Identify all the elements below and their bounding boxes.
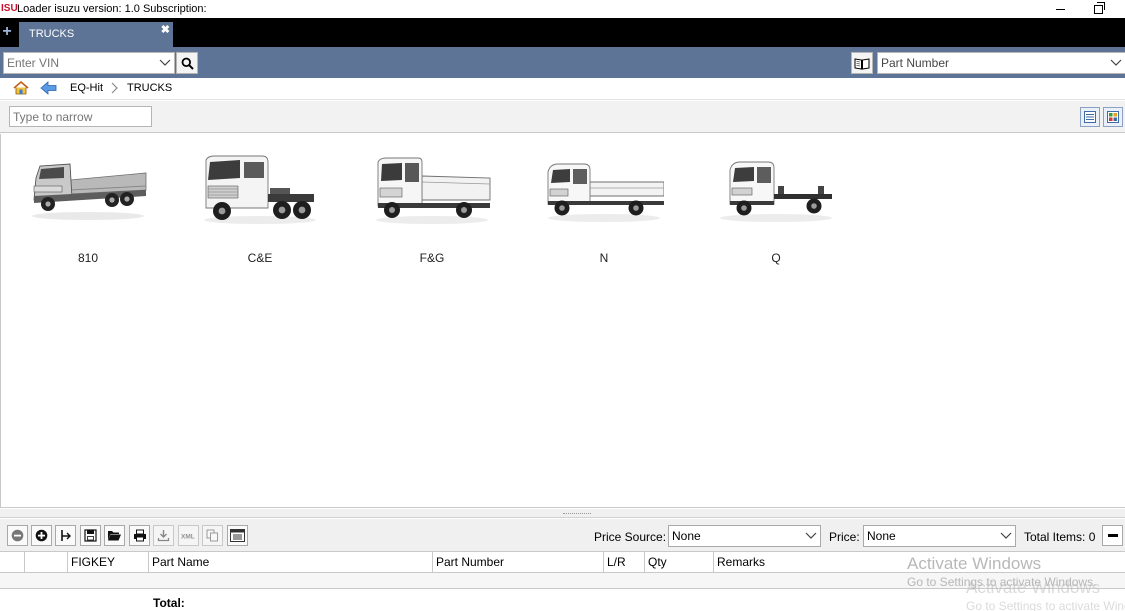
column-header-qty[interactable]: Qty: [645, 552, 714, 573]
chevron-right-icon: [109, 81, 119, 98]
vin-combobox[interactable]: [3, 52, 175, 74]
move-down-button[interactable]: [55, 525, 76, 546]
narrow-filter-input[interactable]: [9, 106, 152, 127]
form-list-icon: [230, 529, 245, 542]
restore-button[interactable]: [1078, 0, 1118, 18]
vin-input[interactable]: [4, 53, 156, 73]
add-button[interactable]: [31, 525, 52, 546]
column-header-select[interactable]: [0, 552, 25, 573]
open-book-icon: [854, 57, 870, 70]
print-button[interactable]: [129, 525, 150, 546]
open-button[interactable]: [104, 525, 125, 546]
tab-strip: + TRUCKS ✖: [0, 18, 1125, 47]
search-mode-select[interactable]: Part Number: [877, 52, 1125, 74]
minus-icon: [1107, 534, 1118, 537]
model-label: Q: [771, 251, 781, 265]
save-button[interactable]: [80, 525, 101, 546]
app-window: ISU Loader isuzu version: 1.0 Subscripti…: [0, 0, 1125, 611]
chevron-down-icon[interactable]: [156, 53, 174, 73]
save-icon: [84, 529, 97, 542]
breadcrumb-item-trucks[interactable]: TRUCKS: [127, 82, 172, 94]
plus-circle-icon: [35, 529, 48, 542]
download-icon: [157, 530, 170, 542]
minimize-icon: [1055, 8, 1065, 10]
model-label: N: [599, 251, 609, 265]
list-view-button[interactable]: [1080, 107, 1100, 127]
copy-icon: [206, 529, 218, 542]
folder-open-icon: [108, 531, 121, 541]
parts-toolbar: XML Price Source: None Price: None Total…: [0, 519, 1125, 551]
column-header-index[interactable]: [25, 552, 68, 573]
classic-truck-icon: [32, 163, 147, 220]
search-button[interactable]: [176, 52, 198, 74]
tree-arrow-icon: [61, 530, 71, 541]
xml-icon: XML: [181, 534, 195, 541]
copy-button[interactable]: [202, 525, 223, 546]
flatbed-truck-icon: [547, 163, 664, 222]
title-bar: ISU Loader isuzu version: 1.0 Subscripti…: [0, 0, 1125, 18]
filter-bar: [0, 101, 1125, 133]
tipper-truck-icon: [376, 157, 491, 224]
window-title: Loader isuzu version: 1.0 Subscription:: [17, 3, 207, 15]
model-card-c-e[interactable]: C&E: [174, 134, 346, 274]
chassis-cab-icon: [720, 161, 832, 222]
price-label: Price:: [829, 530, 860, 544]
activation-watermark-title-echo: Activate Windows: [966, 578, 1101, 597]
model-label: F&G: [419, 251, 445, 265]
search-mode-value: Part Number: [881, 56, 950, 70]
model-label: 810: [77, 251, 99, 265]
new-tab-icon[interactable]: +: [0, 24, 14, 40]
model-card-n[interactable]: N: [518, 134, 690, 274]
app-logo: ISU: [1, 3, 18, 14]
close-icon[interactable]: ✖: [161, 23, 170, 36]
price-select[interactable]: None: [863, 525, 1016, 547]
model-label: C&E: [247, 251, 273, 265]
export-button[interactable]: [153, 525, 174, 546]
export-xml-button[interactable]: XML: [178, 525, 199, 546]
search-bar: Part Number: [0, 47, 1125, 78]
minimize-button[interactable]: [1040, 0, 1080, 18]
tractor-truck-icon: [204, 155, 316, 224]
model-gallery: 810 C&E F&G N Q: [0, 134, 1125, 508]
model-card-810[interactable]: 810: [2, 134, 174, 274]
column-header-lr[interactable]: L/R: [604, 552, 645, 573]
svg-text:XML: XML: [181, 534, 195, 541]
parts-table-footer: Total:: [0, 589, 1125, 611]
price-value: None: [867, 529, 896, 543]
remove-button[interactable]: [7, 525, 28, 546]
list-view-icon: [1084, 111, 1096, 123]
total-items-count: Total Items: 0: [1024, 530, 1096, 544]
price-source-value: None: [672, 529, 701, 543]
chevron-down-icon[interactable]: [802, 526, 820, 546]
breadcrumb: EQ-Hit TRUCKS: [0, 78, 1125, 100]
tab-trucks[interactable]: TRUCKS ✖: [19, 22, 173, 47]
grid-view-icon: [1107, 111, 1119, 123]
total-label: Total:: [153, 596, 185, 610]
tab-label: TRUCKS: [29, 28, 75, 40]
chevron-down-icon[interactable]: [997, 526, 1015, 546]
columns-button[interactable]: [227, 525, 248, 546]
back-arrow-icon[interactable]: [40, 81, 57, 98]
column-header-part-number[interactable]: Part Number: [433, 552, 604, 573]
model-card-f-g[interactable]: F&G: [346, 134, 518, 274]
column-header-figkey[interactable]: FIGKEY: [68, 552, 149, 573]
grid-view-button[interactable]: [1103, 107, 1123, 127]
collapse-panel-button[interactable]: [1102, 525, 1123, 546]
panel-splitter[interactable]: [0, 509, 1125, 518]
breadcrumb-item-eq-hit[interactable]: EQ-Hit: [70, 82, 103, 94]
catalog-book-button[interactable]: [851, 52, 873, 74]
home-icon[interactable]: [13, 80, 29, 98]
splitter-grip-icon[interactable]: [563, 513, 591, 515]
printer-icon: [133, 529, 146, 542]
search-icon: [181, 57, 194, 70]
price-source-select[interactable]: None: [668, 525, 821, 547]
minus-circle-icon: [11, 529, 24, 542]
activation-watermark-title: Activate Windows: [907, 554, 1042, 573]
chevron-down-icon[interactable]: [1107, 53, 1125, 73]
restore-icon: [1093, 1, 1105, 14]
price-source-label: Price Source:: [594, 530, 667, 544]
model-card-q[interactable]: Q: [690, 134, 862, 274]
column-header-part-name[interactable]: Part Name: [149, 552, 433, 573]
activation-watermark-subtitle-echo: Go to Settings to activate Windows.: [966, 599, 1125, 611]
